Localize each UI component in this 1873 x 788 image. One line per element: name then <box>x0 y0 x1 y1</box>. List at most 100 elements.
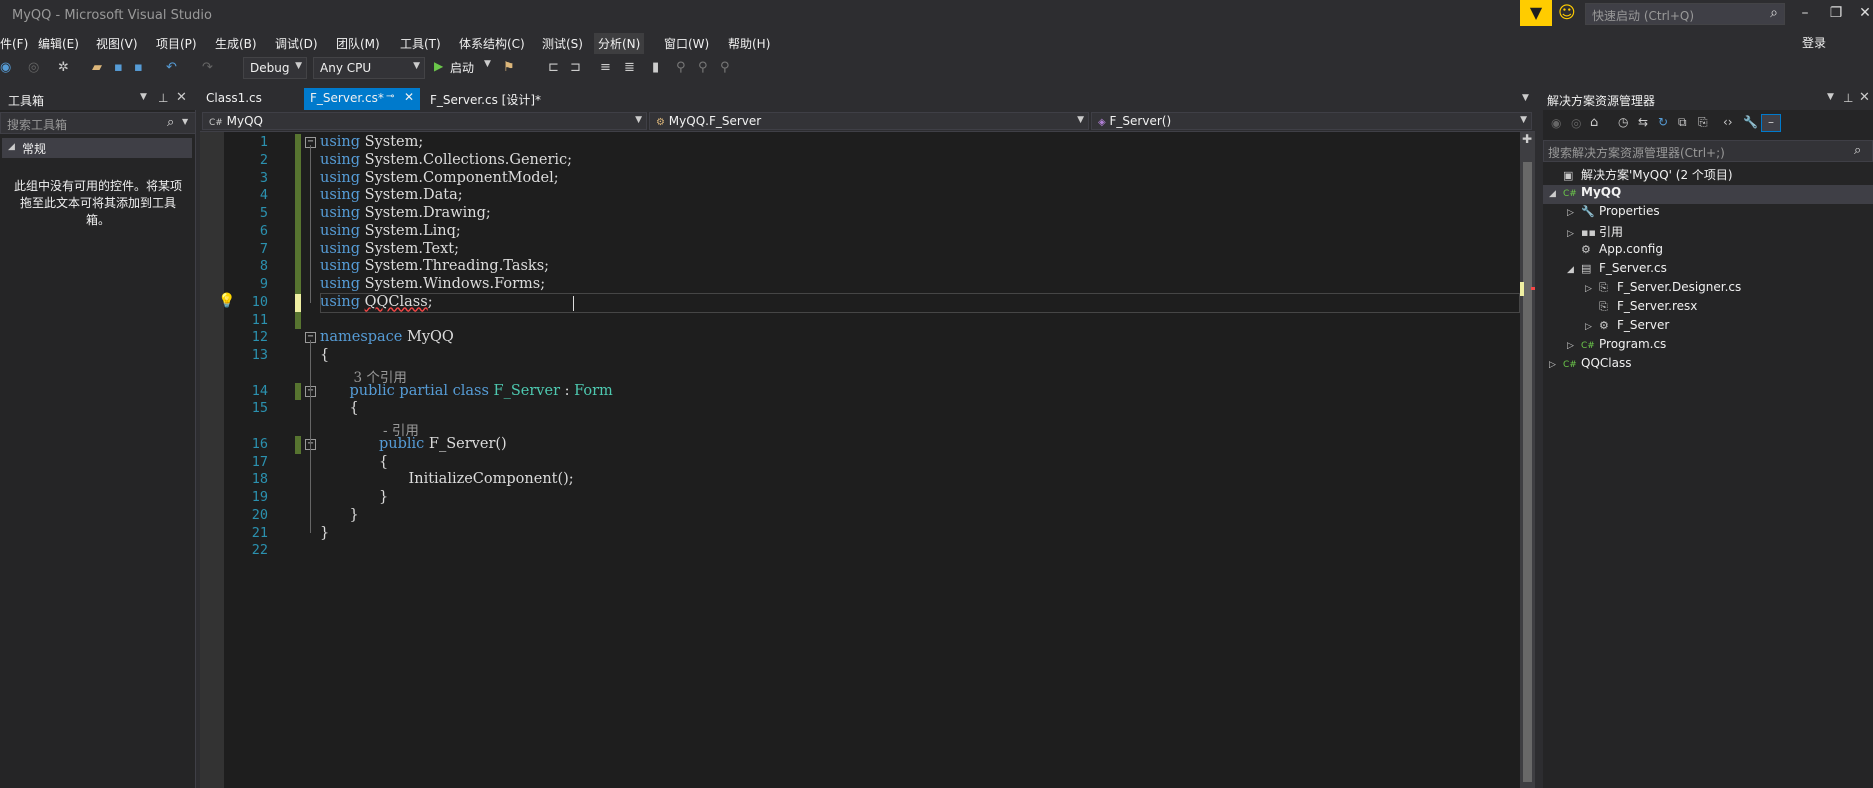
nav-icon[interactable]: ⊏ <box>548 60 559 75</box>
tree-item[interactable]: ⎘ F_Server.resx <box>1543 299 1873 318</box>
toolbox-group-general[interactable]: ◢ 常规 <box>2 138 192 158</box>
pin-icon[interactable]: ⊥ <box>1843 91 1853 105</box>
open-file-icon[interactable]: ▰ <box>92 60 102 75</box>
type-nav-select[interactable]: ⚙ MyQQ.F_Server ▼ <box>649 112 1089 130</box>
forward-icon[interactable]: ◎ <box>28 60 39 75</box>
collapsed-arrow-icon[interactable]: ▷ <box>1567 341 1581 351</box>
save-all-icon[interactable]: ▪ <box>134 60 143 75</box>
lightbulb-icon[interactable]: 💡 <box>218 293 235 309</box>
menu-tools[interactable]: 工具(T) <box>396 33 445 54</box>
tree-item[interactable]: ▷ C# QQClass <box>1543 356 1873 375</box>
quick-launch-input[interactable]: 快速启动 (Ctrl+Q) ⌕ <box>1585 3 1785 25</box>
login-link[interactable]: 登录 <box>1802 34 1826 51</box>
chevron-down-icon[interactable]: ▼ <box>140 92 147 102</box>
close-icon[interactable]: ✕ <box>176 90 187 105</box>
start-button[interactable]: 启动 <box>450 59 474 76</box>
code-keyword: class <box>452 382 489 399</box>
scrollbar-thumb[interactable] <box>1523 162 1532 782</box>
pin-icon[interactable]: ⊥ <box>158 91 168 105</box>
bookmark-icon[interactable]: ▮ <box>652 60 659 75</box>
collapsed-arrow-icon[interactable]: ▷ <box>1585 284 1599 294</box>
browser-link-icon[interactable]: ⚑ <box>503 60 515 75</box>
bookmark-next-icon[interactable]: ⚲ <box>698 60 708 75</box>
menu-team[interactable]: 团队(M) <box>332 33 384 54</box>
view-code-icon[interactable]: ‹› <box>1723 115 1733 129</box>
new-project-icon[interactable]: ✲ <box>58 60 69 75</box>
tree-item[interactable]: ⚙ App.config <box>1543 242 1873 261</box>
forward-icon[interactable]: ◎ <box>1571 116 1581 130</box>
split-icon[interactable]: ✚ <box>1522 132 1532 146</box>
tree-item[interactable]: ▷ ⚙ F_Server <box>1543 318 1873 337</box>
feedback-filter-icon[interactable]: ▼ <box>1520 0 1552 26</box>
tree-item[interactable]: ▷ ▪▪ 引用 <box>1543 223 1873 242</box>
chevron-down-icon[interactable]: ▼ <box>1827 92 1834 102</box>
collapse-all-icon[interactable]: ⧉ <box>1678 115 1687 130</box>
tree-item[interactable]: ◢ ▤ F_Server.cs <box>1543 261 1873 280</box>
menu-project[interactable]: 项目(P) <box>152 33 201 54</box>
code-editor[interactable]: 1 using System; −2 using System.Collections… <box>200 132 1535 788</box>
line-number: 18 <box>251 471 268 488</box>
close-icon[interactable]: ✕ <box>1852 5 1873 21</box>
show-all-files-icon[interactable]: ⎘ <box>1698 115 1708 130</box>
minimize-icon[interactable]: – <box>1792 5 1818 21</box>
feedback-smiley-icon[interactable]: ☺ <box>1558 3 1576 23</box>
vertical-scrollbar[interactable]: ✚ <box>1520 132 1535 788</box>
tree-item[interactable]: ▷ 🔧 Properties <box>1543 204 1873 223</box>
code-area[interactable]: 1 using System; −2 using System.Collections… <box>218 132 1520 788</box>
tab-class1[interactable]: Class1.cs <box>200 88 300 110</box>
tree-item[interactable]: ▷ C# Program.cs <box>1543 337 1873 356</box>
menu-help[interactable]: 帮助(H) <box>724 33 774 54</box>
menu-file[interactable]: 件(F) <box>0 33 32 54</box>
toolbox-search-input[interactable]: 搜索工具箱 ⌕ ▼ <box>0 112 196 134</box>
redo-icon[interactable]: ↷ <box>202 60 213 75</box>
uncomment-icon[interactable]: ≣ <box>624 60 635 75</box>
tree-item[interactable]: ▣ 解决方案'MyQQ' (2 个项目) <box>1543 166 1873 185</box>
menu-build[interactable]: 生成(B) <box>211 33 261 54</box>
collapsed-arrow-icon[interactable]: ▷ <box>1585 322 1599 332</box>
pin-icon[interactable]: ⊸ <box>386 91 394 102</box>
chevron-down-icon[interactable]: ▼ <box>182 117 188 126</box>
refresh-icon[interactable]: ↻ <box>1658 115 1668 129</box>
bookmark-clear-icon[interactable]: ⚲ <box>720 60 730 75</box>
preview-icon[interactable]: – <box>1761 114 1781 132</box>
collapsed-arrow-icon[interactable]: ▷ <box>1567 229 1581 239</box>
line-number: 1 <box>259 134 268 150</box>
back-icon[interactable]: ◉ <box>1551 116 1561 130</box>
menu-analyze[interactable]: 分析(N) <box>594 33 645 54</box>
undo-icon[interactable]: ↶ <box>166 60 177 75</box>
menu-view[interactable]: 视图(V) <box>92 33 142 54</box>
menu-debug[interactable]: 调试(D) <box>271 33 322 54</box>
solution-search-input[interactable]: 搜索解决方案资源管理器(Ctrl+;) ⌕ <box>1543 140 1873 162</box>
history-icon[interactable]: ◷ <box>1618 115 1628 129</box>
nav-icon-2[interactable]: ⊐ <box>570 60 581 75</box>
member-nav-select[interactable]: ◈ F_Server() ▼ <box>1091 112 1532 130</box>
properties-wrench-icon[interactable]: 🔧 <box>1743 115 1758 129</box>
chevron-down-icon[interactable]: ▼ <box>484 59 491 69</box>
sync-icon[interactable]: ⇆ <box>1638 115 1648 129</box>
menu-window[interactable]: 窗口(W) <box>660 33 713 54</box>
start-debug-icon[interactable]: ▶ <box>434 59 443 73</box>
menu-edit[interactable]: 编辑(E) <box>34 33 83 54</box>
collapsed-arrow-icon[interactable]: ▷ <box>1549 360 1563 370</box>
menu-test[interactable]: 测试(S) <box>538 33 587 54</box>
tree-item[interactable]: ◢ C# MyQQ <box>1543 185 1873 204</box>
collapsed-arrow-icon[interactable]: ▷ <box>1567 208 1581 218</box>
tab-list-dropdown-icon[interactable]: ▼ <box>1522 93 1529 103</box>
tab-f-server-design[interactable]: F_Server.cs [设计]* <box>424 88 564 110</box>
platform-select[interactable]: Any CPU ▼ <box>313 57 425 79</box>
project-nav-select[interactable]: C# MyQQ ▼ <box>202 112 647 130</box>
restore-icon[interactable]: ❐ <box>1823 5 1849 21</box>
expanded-arrow-icon[interactable]: ◢ <box>1567 265 1581 275</box>
save-icon[interactable]: ▪ <box>114 60 123 75</box>
comment-icon[interactable]: ≡ <box>600 60 611 75</box>
home-icon[interactable]: ⌂ <box>1590 115 1598 130</box>
close-icon[interactable]: ✕ <box>1859 90 1870 105</box>
tree-item[interactable]: ▷ ⎘ F_Server.Designer.cs <box>1543 280 1873 299</box>
tab-f-server-cs[interactable]: F_Server.cs* ⊸ ✕ <box>304 88 420 110</box>
bookmark-prev-icon[interactable]: ⚲ <box>676 60 686 75</box>
expanded-arrow-icon[interactable]: ◢ <box>1549 189 1563 199</box>
close-icon[interactable]: ✕ <box>404 90 414 104</box>
config-select[interactable]: Debug ▼ <box>243 57 307 79</box>
menu-architecture[interactable]: 体系结构(C) <box>455 33 529 54</box>
back-icon[interactable]: ◉ <box>0 60 11 75</box>
